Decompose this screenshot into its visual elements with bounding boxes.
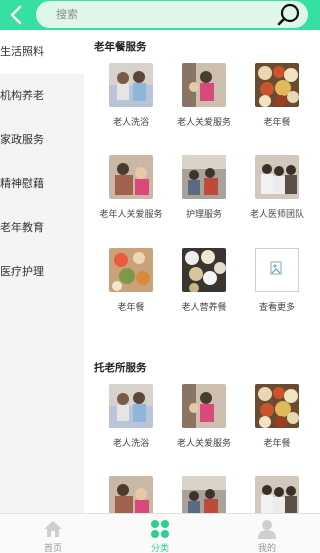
search-bar[interactable]: [36, 1, 308, 28]
care-photo: [109, 476, 153, 513]
sidebar-item-elderly-education[interactable]: 老年教育: [0, 206, 84, 250]
category-sidebar: 生活照料 机构养老 家政服务 精神慰藉 老年教育 医疗护理: [0, 30, 84, 513]
sidebar-item-life-care[interactable]: 生活照料: [0, 30, 84, 74]
service-item-label: 老年餐: [263, 118, 291, 128]
view-more-item[interactable]: 查看更多: [238, 248, 316, 313]
profile-icon: [257, 519, 277, 539]
nursing-photo: [182, 476, 226, 513]
service-item-label: 老人洗浴: [112, 439, 149, 449]
service-item[interactable]: 老人洗浴: [92, 384, 170, 449]
care-photo: [109, 155, 153, 199]
sidebar-item-institution-care[interactable]: 机构养老: [0, 74, 84, 118]
search-icon[interactable]: [276, 2, 302, 28]
tab-label: 首页: [43, 544, 62, 553]
service-item[interactable]: 老年餐: [92, 248, 170, 313]
doctor-team-photo: [255, 476, 299, 513]
meal-photo: [255, 384, 299, 428]
service-item[interactable]: 老人营养餐: [165, 248, 243, 313]
service-item[interactable]: 护理服务: [165, 155, 243, 220]
service-item[interactable]: 老年人关爱服务: [92, 155, 170, 220]
bathing-photo: [109, 63, 153, 107]
service-item-label: 护理服务: [185, 210, 222, 220]
nursing-photo: [182, 155, 226, 199]
service-item[interactable]: 老人关爱服务: [165, 63, 243, 128]
section-title: 老年餐服务: [94, 41, 147, 53]
service-item[interactable]: 老年餐: [238, 384, 316, 449]
sidebar-item-medical-care[interactable]: 医疗护理: [0, 250, 84, 294]
back-icon[interactable]: [6, 4, 28, 26]
category-content: 老年餐服务 老人洗浴 老人关爱服务 老年餐 老年人关爱服务 护理服务 老人医师团…: [84, 30, 320, 513]
service-item-label: 老人营养餐: [181, 303, 227, 313]
tab-home[interactable]: 首页: [0, 514, 106, 553]
service-item-label: 老年餐: [263, 439, 291, 449]
doctor-team-photo: [255, 155, 299, 199]
bathing-photo: [109, 384, 153, 428]
tab-label: 我的: [257, 544, 276, 553]
care-photo: [182, 384, 226, 428]
service-item[interactable]: [165, 476, 243, 513]
category-icon: [150, 519, 170, 539]
service-item-label: 老人医师团队: [249, 210, 304, 220]
bottom-tab-bar: 首页 分类 我的: [0, 513, 320, 553]
sidebar-item-spiritual-comfort[interactable]: 精神慰藉: [0, 162, 84, 206]
section-title: 托老所服务: [94, 362, 147, 374]
meal-photo: [255, 63, 299, 107]
service-item[interactable]: 老人洗浴: [92, 63, 170, 128]
home-icon: [43, 519, 63, 539]
service-item-label: 老年人关爱服务: [99, 210, 163, 220]
search-input[interactable]: [56, 7, 256, 23]
tab-category[interactable]: 分类: [107, 514, 213, 553]
care-photo: [182, 63, 226, 107]
service-item-label: 老年餐: [117, 303, 145, 313]
service-item[interactable]: [92, 476, 170, 513]
sidebar-item-housekeeping[interactable]: 家政服务: [0, 118, 84, 162]
view-more-label: 查看更多: [258, 303, 295, 313]
nutrition-meal-photo: [182, 248, 226, 292]
service-item[interactable]: [238, 476, 316, 513]
broken-image-icon: [255, 248, 299, 292]
meal-photo-2: [109, 248, 153, 292]
tab-label: 分类: [150, 544, 169, 553]
service-item-label: 老人关爱服务: [176, 439, 231, 449]
service-item-label: 老人洗浴: [112, 118, 149, 128]
top-header: [0, 0, 320, 30]
service-item[interactable]: 老年餐: [238, 63, 316, 128]
service-item[interactable]: 老人医师团队: [238, 155, 316, 220]
service-item[interactable]: 老人关爱服务: [165, 384, 243, 449]
tab-profile[interactable]: 我的: [214, 514, 320, 553]
service-item-label: 老人关爱服务: [176, 118, 231, 128]
